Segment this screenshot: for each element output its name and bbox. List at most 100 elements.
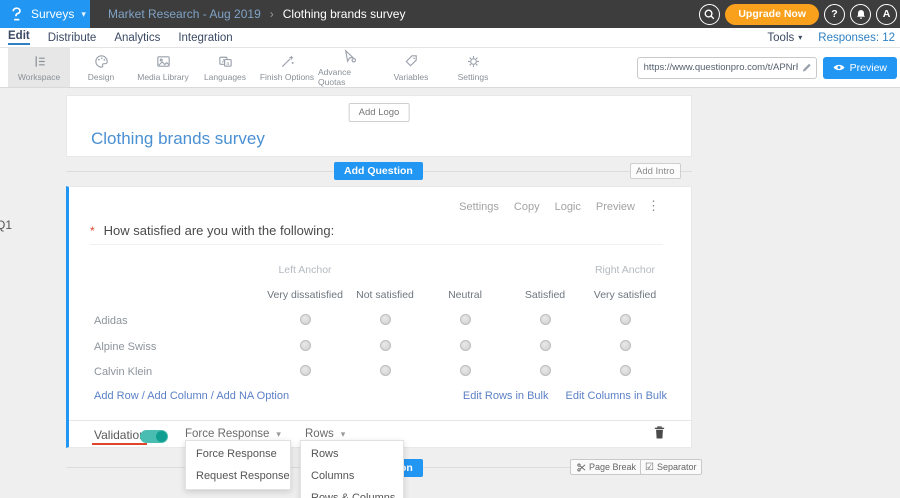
toolbar-item-design[interactable]: Design [70,48,132,87]
tab-analytics[interactable]: Analytics [114,32,160,44]
radio-button[interactable] [380,365,391,376]
right-anchor-label[interactable]: Right Anchor [585,264,665,276]
account-avatar[interactable]: A [876,4,897,25]
question-settings-link[interactable]: Settings [459,201,499,213]
validation-toggle[interactable] [140,430,168,443]
eye-icon [833,63,845,72]
search-button[interactable] [699,4,720,25]
separator-button[interactable]: ☑ Separator [640,459,702,475]
radio-button[interactable] [460,365,471,376]
toolbar-item-workspace[interactable]: Workspace [8,48,70,87]
tools-menu[interactable]: Tools ▾ [767,32,802,44]
add-na-option-link[interactable]: Add NA Option [216,390,289,402]
radio-button[interactable] [620,340,631,351]
toolbar-item-media-library[interactable]: Media Library [132,48,194,87]
left-anchor-label[interactable]: Left Anchor [265,264,345,276]
radio-button[interactable] [300,340,311,351]
question-logic-link[interactable]: Logic [555,201,581,213]
edit-columns-bulk-link[interactable]: Edit Columns in Bulk [566,390,668,402]
checkbox-checked-icon: ☑ [645,462,654,473]
menu-item-columns[interactable]: Columns [301,465,403,487]
matrix-row: Adidas [69,312,691,330]
notifications-button[interactable] [850,4,871,25]
survey-title[interactable]: Clothing brands survey [91,129,265,149]
radio-button[interactable] [540,365,551,376]
radio-button[interactable] [540,340,551,351]
tab-edit[interactable]: Edit [8,30,30,45]
breadcrumb-parent[interactable]: Market Research - Aug 2019 [108,7,261,21]
radio-button[interactable] [300,365,311,376]
validation-underline [92,443,147,445]
svg-text:a: a [226,61,229,67]
toolbar-right: https://www.questionpro.com/t/APNrFZ Pre… [637,48,900,87]
wand-icon [279,53,296,70]
separator-label: Separator [657,462,697,472]
add-question-button[interactable]: Add Question [334,162,423,180]
question-preview-link[interactable]: Preview [596,201,635,213]
required-asterisk: * [90,223,95,238]
question-text-row: * How satisfied are you with the followi… [90,223,334,238]
radio-button[interactable] [380,340,391,351]
preview-button[interactable]: Preview [823,57,897,79]
bell-icon [855,8,867,21]
toolbar-item-advance-quotas[interactable]: Advance Quotas [318,48,380,87]
toolbar-item-finish-options[interactable]: Finish Options [256,48,318,87]
column-header[interactable]: Not satisfied [345,289,425,301]
row-label[interactable]: Adidas [94,315,265,327]
tab-integration[interactable]: Integration [178,32,232,44]
add-row-link[interactable]: Add Row [94,390,139,402]
help-button[interactable]: ? [824,4,845,25]
tools-label: Tools [767,32,794,44]
column-header[interactable]: Very dissatisfied [265,289,345,301]
add-intro-button[interactable]: Add Intro [630,163,681,179]
menu-item-force-response[interactable]: Force Response [186,443,290,465]
search-icon [703,8,716,21]
question-text[interactable]: How satisfied are you with the following… [104,223,335,238]
edit-pencil-icon[interactable] [801,62,812,73]
responses-count[interactable]: Responses: 12 [818,32,895,44]
cursor-icon [341,48,358,65]
column-header[interactable]: Neutral [425,289,505,301]
page-break-button[interactable]: Page Break [570,459,643,475]
toolbar-item-label: Finish Options [260,72,314,82]
breadcrumb-current: Clothing brands survey [283,7,406,21]
delete-question-button[interactable] [653,425,666,440]
edit-rows-bulk-link[interactable]: Edit Rows in Bulk [463,390,549,402]
caret-down-icon: ▾ [341,429,346,440]
radio-button[interactable] [620,314,631,325]
radio-button[interactable] [380,314,391,325]
column-header[interactable]: Satisfied [505,289,585,301]
add-column-link[interactable]: Add Column [147,390,208,402]
add-logo-button[interactable]: Add Logo [349,103,410,122]
menu-item-request-response[interactable]: Request Response [186,465,290,487]
toolbar-item-languages[interactable]: A a Languages [194,48,256,87]
radio-button[interactable] [300,314,311,325]
row-label[interactable]: Calvin Klein [94,366,265,378]
menu-item-rows[interactable]: Rows [301,443,403,465]
question-number: Q1 [0,218,12,232]
applies-to-dropdown[interactable]: Rows ▾ [305,428,345,440]
question-copy-link[interactable]: Copy [514,201,540,213]
menu-item-rows-columns[interactable]: Rows & Columns [301,487,403,498]
question-text-underline [90,244,663,245]
matrix-row: Calvin Klein [69,363,691,381]
toolbar-item-variables[interactable]: Variables [380,48,442,87]
applies-to-value: Rows [305,428,334,440]
tab-distribute[interactable]: Distribute [48,32,97,44]
row-label[interactable]: Alpine Swiss [94,341,265,353]
applies-to-menu: Rows Columns Rows & Columns [300,440,404,498]
response-type-dropdown[interactable]: Force Response ▾ [185,428,281,440]
more-options-icon[interactable]: ⋮ [647,198,660,214]
upgrade-now-button[interactable]: Upgrade Now [725,4,819,25]
question-card: Settings Copy Logic Preview ⋮ * How sati… [66,186,692,448]
column-header[interactable]: Very satisfied [585,289,665,301]
radio-button[interactable] [460,340,471,351]
radio-button[interactable] [540,314,551,325]
gear-icon [465,53,482,70]
app-window: Surveys ▾ Market Research - Aug 2019 › C… [0,0,900,498]
radio-button[interactable] [620,365,631,376]
toolbar-item-settings[interactable]: Settings [442,48,504,87]
surveys-menu[interactable]: Surveys ▾ [0,0,90,28]
radio-button[interactable] [460,314,471,325]
survey-url-field[interactable]: https://www.questionpro.com/t/APNrFZ [637,57,817,79]
